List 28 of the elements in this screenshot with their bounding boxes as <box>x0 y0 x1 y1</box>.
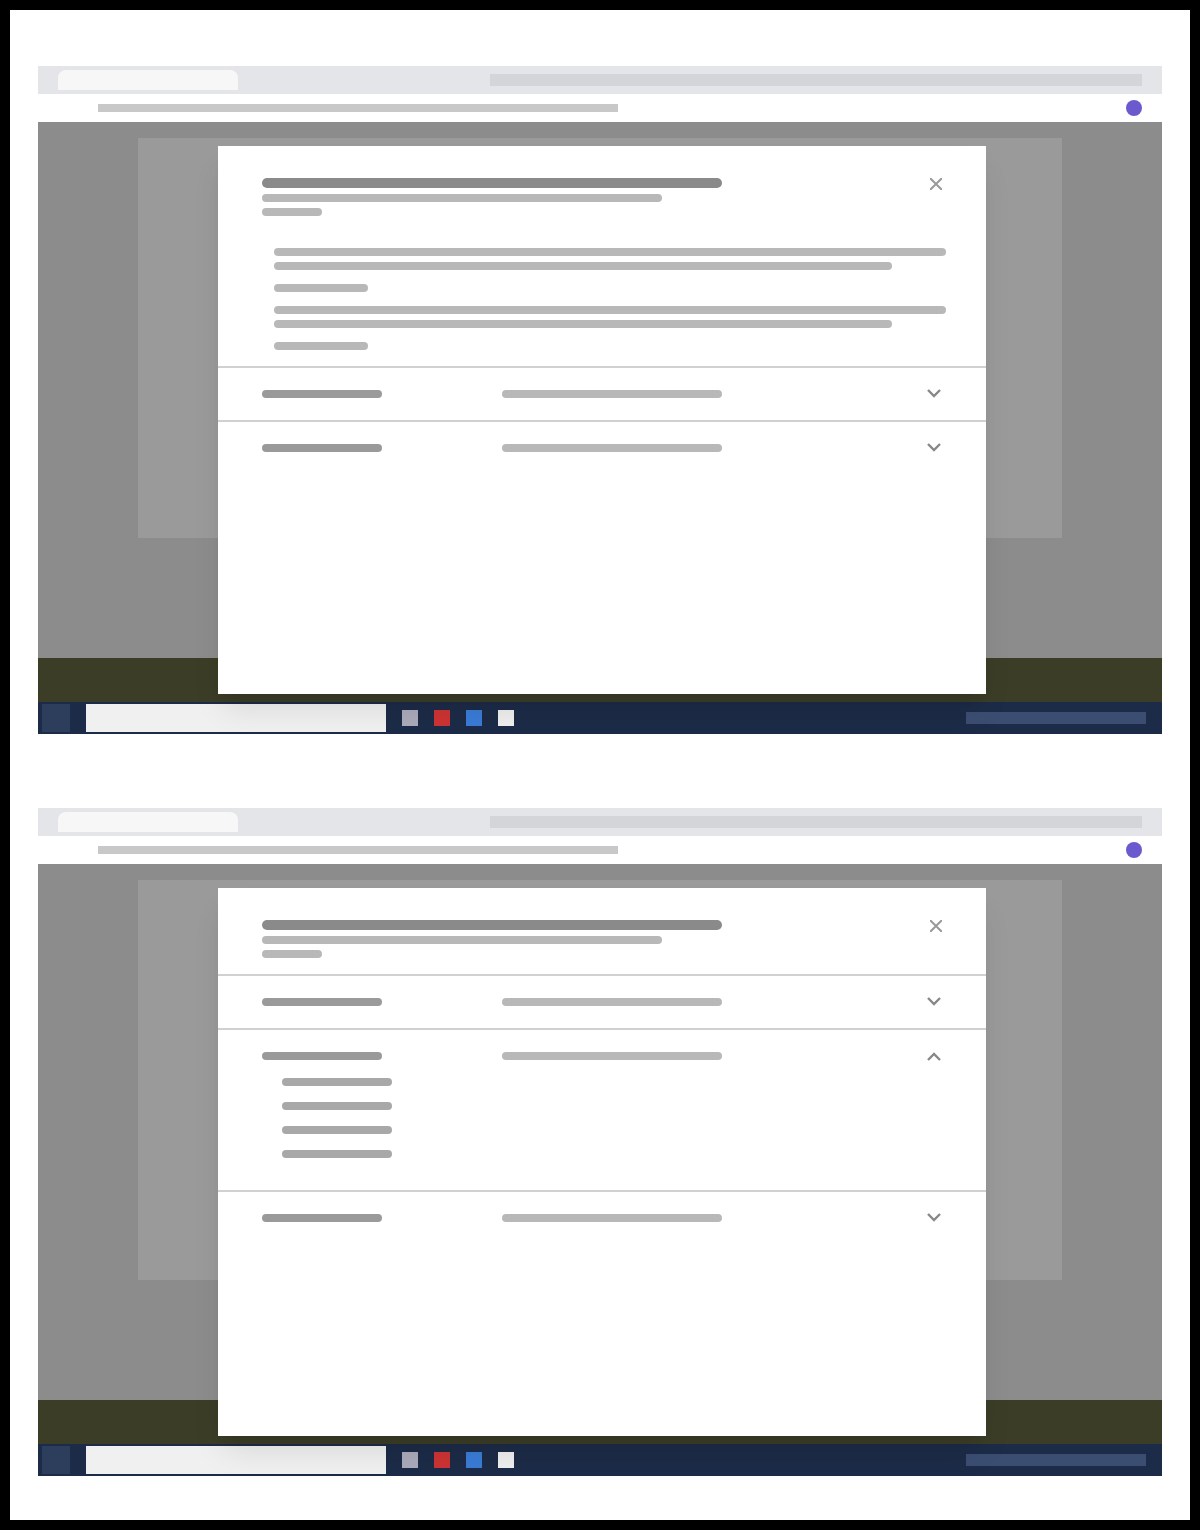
chevron-icon[interactable] <box>926 442 942 454</box>
blurred-text <box>282 1078 392 1086</box>
chevron-icon[interactable] <box>926 388 942 400</box>
close-icon[interactable] <box>930 178 942 190</box>
url-field[interactable] <box>98 104 618 112</box>
blurred-text <box>262 208 322 216</box>
blurred-text <box>262 950 322 958</box>
start-icon[interactable] <box>42 704 70 732</box>
profile-icon[interactable] <box>1126 842 1142 858</box>
blurred-text <box>262 1052 382 1060</box>
start-icon[interactable] <box>42 1446 70 1474</box>
blurred-text <box>262 1214 382 1222</box>
blurred-text <box>262 998 382 1006</box>
chevron-icon[interactable] <box>926 996 942 1008</box>
blurred-text <box>262 444 382 452</box>
close-icon[interactable] <box>930 920 942 932</box>
blurred-text <box>282 1102 392 1110</box>
url-field[interactable] <box>98 846 618 854</box>
search-field[interactable] <box>86 1446 386 1474</box>
search-field[interactable] <box>86 704 386 732</box>
profile-icon[interactable] <box>1126 100 1142 116</box>
blurred-text <box>274 342 369 350</box>
blurred-text <box>274 284 369 292</box>
blurred-text <box>262 390 382 398</box>
chevron-icon[interactable] <box>926 1050 942 1062</box>
blurred-text <box>282 1150 392 1158</box>
blurred-text <box>282 1126 392 1134</box>
chevron-icon[interactable] <box>926 1212 942 1224</box>
